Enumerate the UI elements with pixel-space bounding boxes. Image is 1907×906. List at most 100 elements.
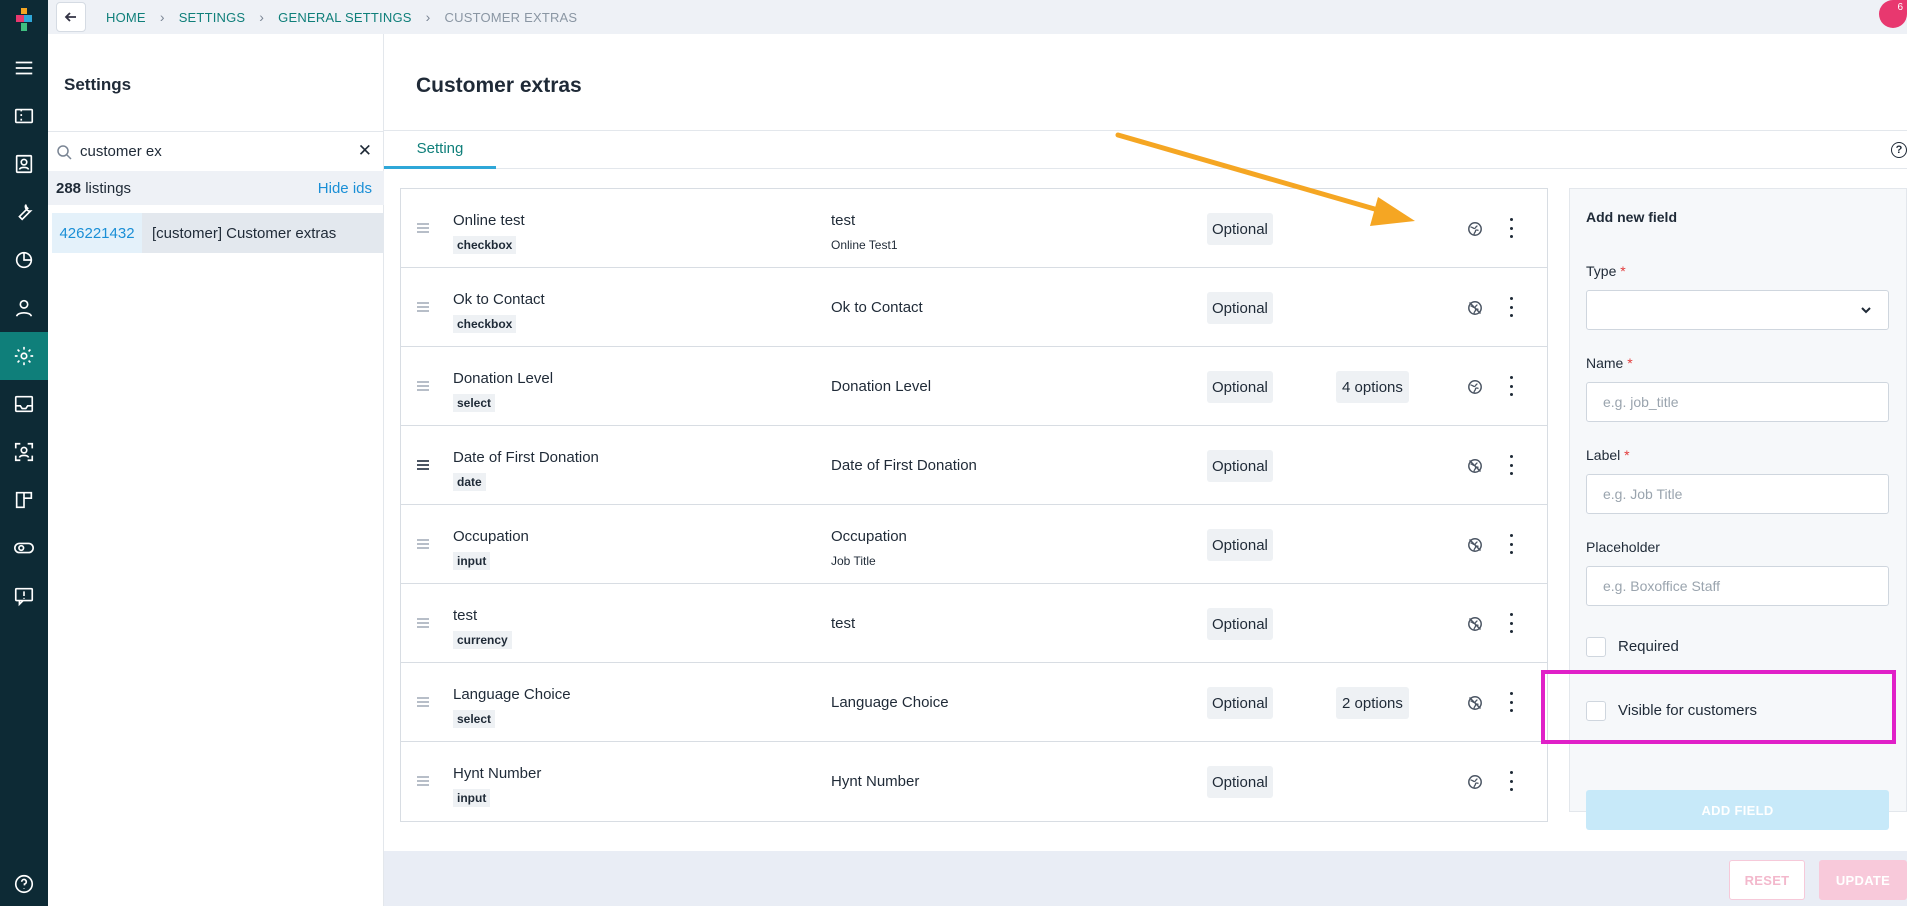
toggle-icon[interactable] [0,524,48,572]
required-status-badge: Optional [1207,371,1273,403]
drag-handle-icon[interactable] [417,223,429,233]
table-row[interactable]: Date of First Donation date Date of First … [401,426,1547,505]
globe-icon[interactable] [1467,379,1483,395]
required-checkbox[interactable] [1586,637,1606,657]
globe-off-icon[interactable] [1467,616,1483,632]
chart-icon[interactable] [0,236,48,284]
more-vertical-icon[interactable] [1509,613,1513,633]
feedback-icon[interactable] [0,572,48,620]
options-count-badge[interactable]: 4 options [1336,371,1409,403]
placeholder-field[interactable]: e.g. Boxoffice Staff [1586,566,1889,606]
field-label: Date of First Donation [831,457,977,474]
ticket-icon[interactable] [0,92,48,140]
drag-handle-icon[interactable] [417,697,429,707]
drag-handle-icon[interactable] [417,776,429,786]
question-icon[interactable]: ? [1891,142,1907,158]
globe-off-icon[interactable] [1467,458,1483,474]
options-count-badge[interactable]: 2 options [1336,687,1409,719]
menu-icon[interactable] [0,44,48,92]
logo-icon[interactable] [12,6,36,34]
field-type-badge: select [453,710,496,728]
type-select[interactable] [1586,290,1889,330]
table-row[interactable]: Occupation input Occupation Job Title Option… [401,505,1547,584]
table-row[interactable]: test currency test Optional [401,584,1547,663]
globe-icon[interactable] [1467,221,1483,237]
field-name: Donation Level [453,370,554,387]
board-icon[interactable] [0,476,48,524]
name-field[interactable]: e.g. job_title [1586,382,1889,422]
field-label: Donation Level [831,378,932,395]
more-vertical-icon[interactable] [1509,534,1513,554]
breadcrumb: HOME › SETTINGS › GENERAL SETTINGS › CUS… [106,9,577,25]
user-icon[interactable] [0,284,48,332]
settings-gear-icon[interactable] [0,332,48,380]
field-name: test [453,607,478,624]
add-field-form: Add new field Type * Name * e.g. job_tit… [1569,188,1907,830]
globe-off-icon[interactable] [1467,537,1483,553]
inbox-icon[interactable] [0,380,48,428]
required-status-badge: Optional [1207,213,1273,245]
field-name: Language Choice [453,686,571,703]
visible-for-customers-checkbox[interactable] [1586,701,1606,721]
drag-handle-icon[interactable] [417,618,429,628]
label-label-text: Label [1586,447,1621,463]
label-field[interactable]: e.g. Job Title [1586,474,1889,514]
add-field-button[interactable]: ADD FIELD [1586,790,1889,830]
contact-card-icon[interactable] [0,140,48,188]
app-rail [0,0,48,906]
help-icon[interactable] [0,860,48,906]
sidebar-search[interactable]: customer ex ✕ [48,131,384,171]
drag-handle-icon[interactable] [417,381,429,391]
sidebar-item-customer-extras[interactable]: 426221432 [customer] Customer extras [48,213,384,253]
globe-off-icon[interactable] [1467,300,1483,316]
table-row[interactable]: Donation Level select Donation Level Option… [401,347,1547,426]
globe-icon[interactable] [1467,774,1483,790]
more-vertical-icon[interactable] [1509,297,1513,317]
table-row[interactable]: Hynt Number input Hynt Number Optional [401,742,1547,821]
more-vertical-icon[interactable] [1509,218,1513,238]
field-label: Ok to Contact [831,299,923,316]
breadcrumb-home[interactable]: HOME [106,10,146,25]
page-title: Customer extras [416,74,582,97]
fields-table: Online test checkbox test Online Test1 Optio… [400,188,1548,822]
search-input[interactable]: customer ex [80,143,162,160]
drag-handle-icon[interactable] [417,539,429,549]
sidebar-item-label[interactable]: [customer] Customer extras [142,213,384,253]
table-row[interactable]: Ok to Contact checkbox Ok to Contact Option… [401,268,1547,347]
more-vertical-icon[interactable] [1509,376,1513,396]
field-type-badge: checkbox [453,315,517,333]
sidebar-item-id[interactable]: 426221432 [52,213,142,253]
wrench-icon[interactable] [0,188,48,236]
more-vertical-icon[interactable] [1509,692,1513,712]
reset-button[interactable]: RESET [1729,860,1805,900]
field-type-badge: input [453,552,491,570]
field-label: Hynt Number [831,773,920,790]
drag-handle-icon[interactable] [417,302,429,312]
tab-setting[interactable]: Setting [384,131,496,169]
more-vertical-icon[interactable] [1509,455,1513,475]
back-button[interactable] [56,2,86,32]
more-vertical-icon[interactable] [1509,771,1513,791]
placeholder-label: Placeholder [1586,539,1660,555]
label-label: Label * [1586,447,1630,463]
field-name: Online test [453,212,525,229]
table-row[interactable]: Online test checkbox test Online Test1 Optio… [401,189,1547,268]
field-label: test [831,212,856,229]
globe-off-icon[interactable] [1467,695,1483,711]
required-status-badge: Optional [1207,450,1273,482]
field-name: Hynt Number [453,765,542,782]
chevron-down-icon [1861,307,1871,314]
breadcrumb-general-settings[interactable]: GENERAL SETTINGS [278,10,411,25]
search-icon [57,145,72,160]
field-type-badge: select [453,394,496,412]
field-label: Occupation [831,528,907,545]
table-row[interactable]: Language Choice select Language Choice Opti… [401,663,1547,742]
breadcrumb-settings[interactable]: SETTINGS [179,10,246,25]
drag-handle-icon[interactable] [417,460,429,470]
hide-ids-link[interactable]: Hide ids [318,180,372,197]
update-button[interactable]: UPDATE [1819,860,1907,900]
listings-bar: 288 listings Hide ids [48,171,384,205]
clear-search-icon[interactable]: ✕ [358,141,372,161]
scan-user-icon[interactable] [0,428,48,476]
notification-badge[interactable]: 6 [1879,0,1907,28]
